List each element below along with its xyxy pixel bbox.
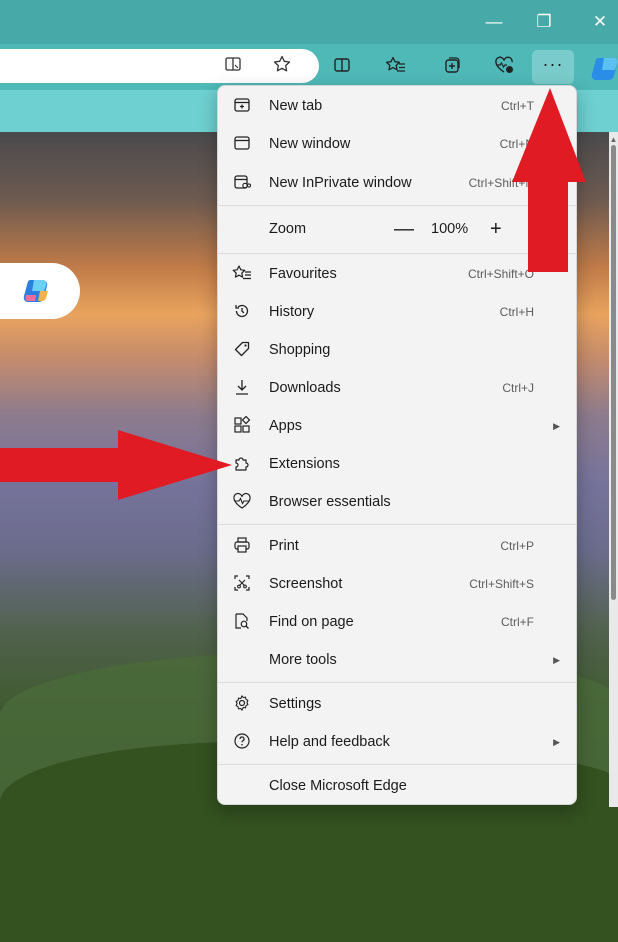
- menu-separator: [218, 524, 576, 525]
- menu-item-label: New tab: [269, 98, 323, 114]
- zoom-in-button[interactable]: +: [490, 207, 502, 251]
- collections-icon[interactable]: [440, 55, 464, 79]
- minimize-button[interactable]: —: [474, 8, 514, 36]
- favourites-icon: [232, 264, 252, 284]
- menu-item-label: Find on page: [269, 614, 354, 630]
- menu-item-label: New window: [269, 136, 351, 152]
- scrollbar-thumb[interactable]: [611, 145, 616, 600]
- menu-item-more-tools[interactable]: More tools ▶: [218, 642, 576, 678]
- shortcut-label: Ctrl+F: [501, 615, 534, 629]
- address-bar[interactable]: [0, 49, 319, 83]
- annotation-arrow-right-icon: [0, 430, 232, 500]
- menu-item-label: Favourites: [269, 266, 337, 282]
- menu-item-label: Settings: [269, 696, 322, 712]
- menu-item-label: Close Microsoft Edge: [269, 778, 407, 794]
- copilot-sidebar-button[interactable]: [0, 263, 80, 319]
- menu-item-help-and-feedback[interactable]: Help and feedback ▶: [218, 724, 576, 760]
- menu-item-label: Print: [269, 538, 299, 554]
- copilot-logo-icon[interactable]: [590, 54, 618, 82]
- history-icon: [232, 302, 252, 322]
- menu-item-history[interactable]: History Ctrl+H: [218, 294, 576, 330]
- shortcut-label: Ctrl+H: [499, 305, 534, 319]
- menu-item-close-microsoft-edge[interactable]: Close Microsoft Edge: [218, 768, 576, 804]
- favorite-star-icon[interactable]: [270, 54, 294, 78]
- reader-mode-icon[interactable]: [221, 54, 245, 78]
- new-window-icon: [232, 134, 252, 154]
- zoom-level-value: 100%: [431, 221, 469, 237]
- menu-item-settings[interactable]: Settings: [218, 686, 576, 722]
- shortcut-label: Ctrl+P: [500, 539, 534, 553]
- settings-and-more-button[interactable]: ···: [532, 50, 574, 84]
- annotation-arrow-up-icon: [512, 88, 586, 272]
- menu-item-label: Extensions: [269, 456, 340, 472]
- menu-item-label: More tools: [269, 652, 337, 668]
- zoom-out-button[interactable]: —: [394, 207, 414, 251]
- restore-button[interactable]: ❐: [524, 8, 564, 36]
- scroll-up-arrow-icon[interactable]: ▲: [609, 136, 618, 144]
- menu-item-label: Shopping: [269, 342, 331, 358]
- menu-item-label: Help and feedback: [269, 734, 390, 750]
- menu-separator: [218, 764, 576, 765]
- submenu-arrow-icon: ▶: [553, 421, 560, 431]
- shortcut-label: Ctrl+J: [502, 381, 534, 395]
- toolbar: ···: [0, 44, 618, 90]
- inprivate-icon: [232, 173, 252, 193]
- menu-item-label: Browser essentials: [269, 494, 391, 510]
- browser-essentials-icon[interactable]: [492, 55, 516, 79]
- submenu-arrow-icon: ▶: [553, 655, 560, 665]
- favourites-icon[interactable]: [384, 55, 408, 79]
- find-icon: [232, 612, 252, 632]
- menu-item-label: Downloads: [269, 380, 341, 396]
- screenshot-icon: [232, 574, 252, 594]
- menu-item-print[interactable]: Print Ctrl+P: [218, 528, 576, 564]
- menu-item-label: Apps: [269, 418, 303, 434]
- title-bar: — ❐ ✕: [0, 0, 618, 44]
- menu-item-shopping[interactable]: Shopping: [218, 332, 576, 368]
- zoom-label: Zoom: [269, 221, 307, 237]
- new-tab-icon: [232, 96, 252, 116]
- shortcut-label: Ctrl+Shift+S: [469, 577, 534, 591]
- menu-item-browser-essentials[interactable]: Browser essentials: [218, 484, 576, 520]
- help-icon: [232, 732, 252, 752]
- menu-item-label: History: [269, 304, 315, 320]
- close-button[interactable]: ✕: [580, 8, 618, 36]
- download-icon: [232, 378, 252, 398]
- menu-item-downloads[interactable]: Downloads Ctrl+J: [218, 370, 576, 406]
- split-screen-icon[interactable]: [330, 55, 354, 79]
- menu-item-label: New InPrivate window: [269, 175, 412, 191]
- shopping-tag-icon: [232, 340, 252, 360]
- menu-item-apps[interactable]: Apps ▶: [218, 408, 576, 444]
- gear-icon: [232, 694, 252, 714]
- submenu-arrow-icon: ▶: [553, 737, 560, 747]
- printer-icon: [232, 536, 252, 556]
- menu-item-screenshot[interactable]: Screenshot Ctrl+Shift+S: [218, 566, 576, 602]
- menu-item-label: Screenshot: [269, 576, 343, 592]
- menu-item-extensions[interactable]: Extensions: [218, 446, 576, 482]
- menu-item-find-on-page[interactable]: Find on page Ctrl+F: [218, 604, 576, 640]
- menu-separator: [218, 682, 576, 683]
